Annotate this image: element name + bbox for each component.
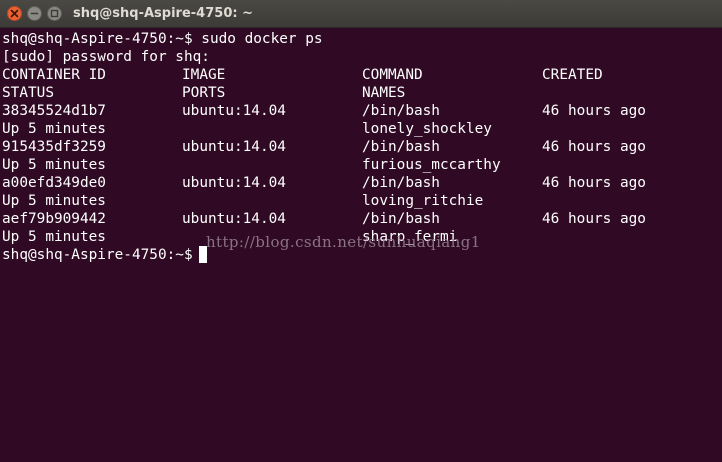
close-icon xyxy=(10,9,19,18)
container-status: Up 5 minutes xyxy=(2,121,106,137)
container-created: 46 hours ago xyxy=(542,139,646,155)
container-id: 38345524d1b7 xyxy=(2,103,106,119)
minimize-window-button[interactable] xyxy=(27,6,42,21)
container-command: /bin/bash xyxy=(362,139,440,155)
container-id: aef79b909442 xyxy=(2,211,106,227)
window-titlebar[interactable]: shq@shq-Aspire-4750: ~ xyxy=(0,0,722,28)
terminal-lines: shq@shq-Aspire-4750:~$ sudo docker ps [su… xyxy=(2,30,702,264)
container-id: a00efd349de0 xyxy=(2,175,106,191)
column-header: IMAGE xyxy=(182,67,226,83)
container-command: /bin/bash xyxy=(362,175,440,191)
table-header-row: CONTAINER ID IMAGE COMMAND CREATED xyxy=(2,66,702,84)
sudo-password-prompt: [sudo] password for shq: xyxy=(2,48,702,66)
container-image: ubuntu:14.04 xyxy=(182,103,286,119)
window-title: shq@shq-Aspire-4750: ~ xyxy=(73,6,253,21)
container-status: Up 5 minutes xyxy=(2,157,106,173)
container-names: furious_mccarthy xyxy=(362,157,501,173)
column-header: STATUS xyxy=(2,85,54,101)
column-header: NAMES xyxy=(362,85,406,101)
column-header: CONTAINER ID xyxy=(2,67,106,83)
close-window-button[interactable] xyxy=(7,6,22,21)
table-header-row: STATUS PORTS NAMES xyxy=(2,84,702,102)
watermark: http://blog.csdn.net/sunhuaqiang1 xyxy=(206,233,481,251)
terminal-output-area[interactable]: shq@shq-Aspire-4750:~$ sudo docker ps [su… xyxy=(0,28,722,462)
container-status: Up 5 minutes xyxy=(2,193,106,209)
table-row: Up 5 minutes loving_ritchie xyxy=(2,192,702,210)
container-image: ubuntu:14.04 xyxy=(182,139,286,155)
container-id: 915435df3259 xyxy=(2,139,106,155)
shell-prompt: shq@shq-Aspire-4750:~$ xyxy=(2,31,202,47)
column-header: CREATED xyxy=(542,67,603,83)
container-names: lonely_shockley xyxy=(362,121,492,137)
container-image: ubuntu:14.04 xyxy=(182,211,286,227)
container-command: /bin/bash xyxy=(362,211,440,227)
container-names: loving_ritchie xyxy=(362,193,484,209)
table-row: aef79b909442 ubuntu:14.04/bin/bash 46 hour… xyxy=(2,210,702,228)
table-row: Up 5 minutes lonely_shockley xyxy=(2,120,702,138)
table-row: a00efd349de0 ubuntu:14.04/bin/bash 46 hour… xyxy=(2,174,702,192)
table-row: 38345524d1b7 ubuntu:14.04/bin/bash 46 hour… xyxy=(2,102,702,120)
maximize-icon xyxy=(50,9,59,18)
command-text: sudo docker ps xyxy=(201,31,323,47)
container-created: 46 hours ago xyxy=(542,103,646,119)
maximize-window-button[interactable] xyxy=(47,6,62,21)
command-line: shq@shq-Aspire-4750:~$ sudo docker ps xyxy=(2,30,702,48)
container-image: ubuntu:14.04 xyxy=(182,175,286,191)
container-created: 46 hours ago xyxy=(542,175,646,191)
container-command: /bin/bash xyxy=(362,103,440,119)
sudo-prompt-text: [sudo] password for shq: xyxy=(2,49,210,65)
container-status: Up 5 minutes xyxy=(2,229,106,245)
terminal-window: shq@shq-Aspire-4750: ~ shq@shq-Aspire-47… xyxy=(0,0,722,462)
table-row: 915435df3259 ubuntu:14.04/bin/bash 46 hour… xyxy=(2,138,702,156)
minimize-icon xyxy=(30,12,39,15)
column-header: COMMAND xyxy=(362,67,423,83)
table-row: Up 5 minutes furious_mccarthy xyxy=(2,156,702,174)
container-created: 46 hours ago xyxy=(542,211,646,227)
column-header: PORTS xyxy=(182,85,226,101)
shell-prompt: shq@shq-Aspire-4750:~$ xyxy=(2,247,193,263)
